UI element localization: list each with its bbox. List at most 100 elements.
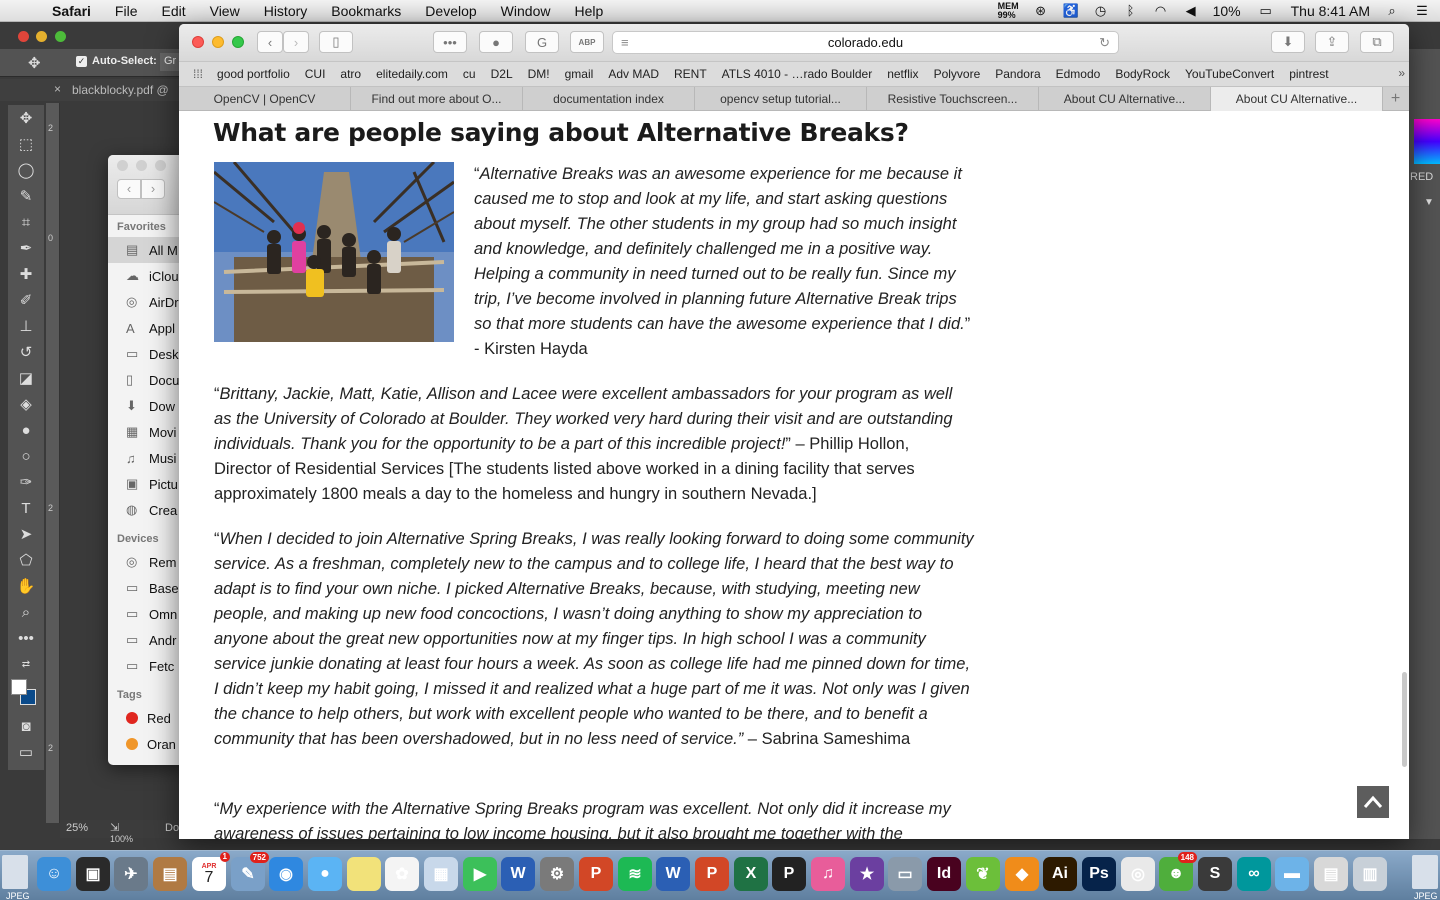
brush-tool-icon[interactable]: ✐ (8, 287, 44, 313)
finder-sidebar-item[interactable]: ▭ Fetc (108, 653, 188, 679)
bookmark-item[interactable]: CUI (305, 67, 326, 81)
finder-sidebar-item[interactable]: ▤ All M (108, 237, 188, 263)
photoshop-icon[interactable]: Ps (1082, 857, 1116, 891)
window-zoom-button[interactable] (232, 36, 244, 48)
shape-tool-icon[interactable]: ⬠ (8, 547, 44, 573)
more-tools-icon[interactable]: ••• (8, 625, 44, 651)
bookmark-item[interactable]: atro (340, 67, 361, 81)
finder-zoom-button[interactable] (155, 160, 166, 171)
path-select-tool-icon[interactable]: ➤ (8, 521, 44, 547)
finder-sidebar-item[interactable]: ▣ Pictu (108, 471, 188, 497)
accessibility-icon[interactable]: ♿ (1063, 4, 1079, 18)
finder-sidebar-item[interactable]: ◎ AirDr (108, 289, 188, 315)
finder-forward-button[interactable]: › (141, 179, 165, 199)
hand-tool-icon[interactable]: ✋ (8, 573, 44, 599)
time-machine-icon[interactable]: ◷ (1093, 4, 1109, 18)
browser-tab[interactable]: Find out more about O... (351, 87, 523, 111)
sublime-text-icon[interactable]: S (1198, 857, 1232, 891)
word-icon[interactable]: W (501, 857, 535, 891)
system-preferences-icon[interactable]: ⚙ (540, 857, 574, 891)
auto-select-checkbox[interactable]: ✓ (76, 56, 87, 67)
bookmark-item[interactable]: RENT (674, 67, 707, 81)
menu-bookmarks[interactable]: Bookmarks (331, 3, 401, 19)
back-to-top-button[interactable] (1357, 786, 1389, 818)
address-bar[interactable]: ≡ colorado.edu ↻ (612, 31, 1119, 54)
ps-document-tab[interactable]: × blackblocky.pdf @ (0, 79, 190, 101)
browser-tab[interactable]: opencv setup tutorial... (695, 87, 867, 111)
finder-sidebar-item[interactable]: A Appl (108, 315, 188, 341)
creative-cloud-menu-icon[interactable]: ⊛ (1033, 4, 1049, 18)
finder-sidebar-item[interactable]: ▭ Andr (108, 627, 188, 653)
browser-tab[interactable]: About CU Alternative... (1039, 87, 1211, 111)
calendar-icon[interactable]: APR 7 1 (192, 852, 230, 891)
window-minimize-button[interactable] (212, 36, 224, 48)
ghostery-extension-icon[interactable]: ● (479, 31, 513, 53)
pages-icon[interactable]: P (772, 857, 806, 891)
arduino-icon[interactable]: ∞ (1237, 857, 1271, 891)
bookmark-item[interactable]: gmail (565, 67, 594, 81)
extension-dots-icon[interactable]: ••• (433, 31, 467, 53)
eyedropper-tool-icon[interactable]: ✒ (8, 235, 44, 261)
powerpoint-icon[interactable]: P (579, 857, 613, 891)
paint-bucket-icon[interactable]: ◈ (8, 391, 44, 417)
swap-colors-icon[interactable]: ⇄ (8, 651, 44, 677)
preview-icon[interactable]: ✎ 752 (231, 852, 269, 891)
finder-tag-item[interactable]: Oran (108, 731, 188, 757)
reload-icon[interactable]: ↻ (1099, 35, 1110, 51)
bookmark-item[interactable]: netflix (887, 67, 918, 81)
bookmark-item[interactable]: Polyvore (934, 67, 981, 81)
leaf-app-icon[interactable]: ❦ (966, 857, 1000, 891)
grammarly-extension-icon[interactable]: G (525, 31, 559, 53)
menu-view[interactable]: View (210, 3, 240, 19)
imovie-icon[interactable]: ★ (850, 857, 884, 891)
browser-tab[interactable]: documentation index (523, 87, 695, 111)
zoom-tool-icon[interactable]: ⌕ (8, 599, 44, 625)
finder-sidebar-item[interactable]: ◎ Rem (108, 549, 188, 575)
color-swatches[interactable] (8, 677, 44, 713)
powerpoint-icon[interactable]: P (695, 857, 729, 891)
finder-sidebar-item[interactable]: ▭ Desk (108, 341, 188, 367)
move-tool-icon[interactable]: ✥ (28, 54, 41, 72)
ps-zoom-level[interactable]: 25% (66, 822, 88, 834)
bookmark-item[interactable]: Pandora (995, 67, 1040, 81)
bookmark-item[interactable]: YouTubeConvert (1185, 67, 1274, 81)
bookmark-item[interactable]: ATLS 4010 - …rado Boulder (722, 67, 873, 81)
bookmark-item[interactable]: BodyRock (1115, 67, 1170, 81)
contacts-icon[interactable]: ▤ (153, 857, 187, 891)
ps-document-title[interactable]: blackblocky.pdf @ (72, 83, 169, 97)
finder-tag-item[interactable]: Red (108, 705, 188, 731)
trash-icon[interactable]: ▥ (1353, 857, 1387, 891)
clock[interactable]: Thu 8:41 AM (1291, 3, 1370, 19)
finder-minimize-button[interactable] (136, 160, 147, 171)
folder-icon[interactable]: ▬ (1275, 857, 1309, 891)
finder-close-button[interactable] (117, 160, 128, 171)
documents-stack-icon[interactable]: ▤ (1314, 857, 1348, 891)
desktop-file-thumbnail[interactable] (2, 855, 28, 889)
menu-help[interactable]: Help (574, 3, 603, 19)
dodge-tool-icon[interactable]: ○ (8, 443, 44, 469)
bookmark-item[interactable]: Edmodo (1056, 67, 1101, 81)
finder-sidebar-item[interactable]: ▦ Movi (108, 419, 188, 445)
finder-sidebar-item[interactable]: ▯ Docu (108, 367, 188, 393)
desktop-file-thumbnail[interactable] (1412, 855, 1438, 889)
bookmark-item[interactable]: cu (463, 67, 476, 81)
illustrator-icon[interactable]: Ai (1043, 857, 1077, 891)
eraser-tool-icon[interactable]: ◪ (8, 365, 44, 391)
spotlight-search-icon[interactable]: ⌕ (1384, 4, 1400, 18)
bookmark-item[interactable]: pintrest (1289, 67, 1328, 81)
bookmark-item[interactable]: DM! (528, 67, 550, 81)
healing-brush-icon[interactable]: ✚ (8, 261, 44, 287)
menu-edit[interactable]: Edit (161, 3, 185, 19)
type-tool-icon[interactable]: T (8, 495, 44, 521)
indesign-icon[interactable]: Id (927, 857, 961, 891)
ps-minimize-button[interactable] (36, 31, 47, 42)
memory-status[interactable]: MEM 99% (998, 2, 1019, 20)
ps-close-button[interactable] (18, 31, 29, 42)
panel-dropdown-icon[interactable]: ▼ (1424, 197, 1434, 208)
volume-icon[interactable]: ◀ (1183, 4, 1199, 18)
excel-icon[interactable]: X (734, 857, 768, 891)
facetime-icon[interactable]: ▶ (463, 857, 497, 891)
lasso-tool-icon[interactable]: ◯ (8, 157, 44, 183)
chat-icon[interactable]: ☻ 148 (1159, 852, 1197, 891)
finder-sidebar-item[interactable]: ▭ Base (108, 575, 188, 601)
